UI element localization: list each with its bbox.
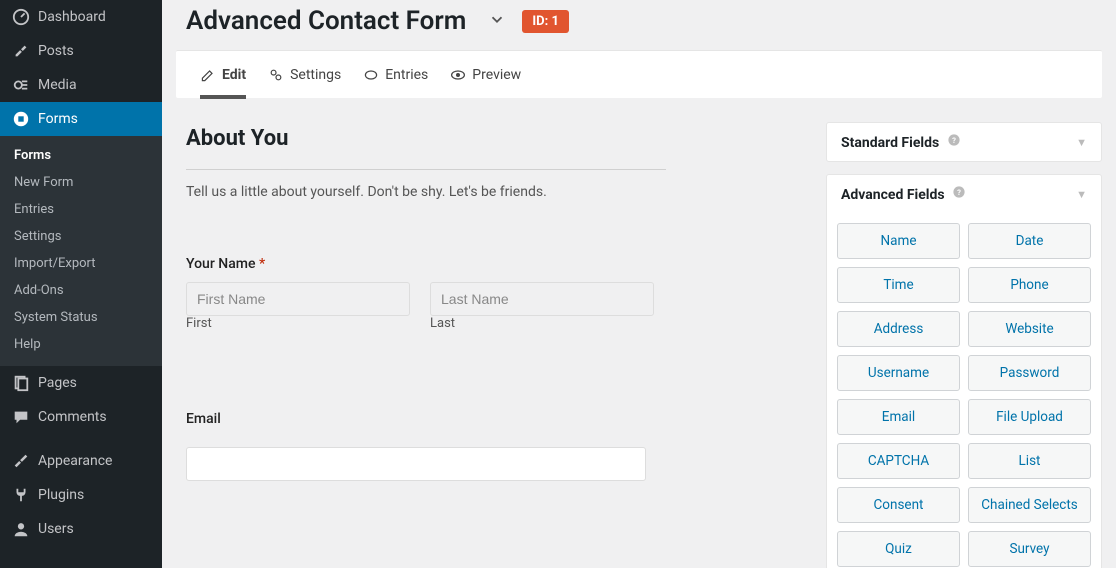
- id-badge: ID: 1: [522, 10, 569, 33]
- sidebar-item-comments[interactable]: Comments: [0, 400, 162, 434]
- field-button-email[interactable]: Email: [837, 399, 960, 435]
- sidebar-sub-new-form[interactable]: New Form: [0, 169, 162, 196]
- tab-bar: Edit Settings Entries Preview: [176, 50, 1102, 98]
- advanced-fields-grid: Name Date Time Phone Address Website Use…: [827, 213, 1101, 568]
- chevron-down-icon[interactable]: [488, 10, 506, 32]
- field-button-username[interactable]: Username: [837, 355, 960, 391]
- sidebar-item-posts[interactable]: Posts: [0, 34, 162, 68]
- field-button-address[interactable]: Address: [837, 311, 960, 347]
- appearance-icon: [12, 452, 30, 470]
- tab-edit[interactable]: Edit: [200, 52, 246, 99]
- sidebar-label: Media: [38, 77, 77, 93]
- media-icon: [12, 76, 30, 94]
- tab-preview[interactable]: Preview: [450, 51, 521, 98]
- field-panels: Standard Fields ? ▼ Advanced Fields ? ▼ …: [826, 122, 1102, 568]
- caret-down-icon: ▼: [1076, 188, 1087, 201]
- field-button-password[interactable]: Password: [968, 355, 1091, 391]
- pin-icon: [12, 42, 30, 60]
- forms-icon: [12, 110, 30, 128]
- sidebar-item-appearance[interactable]: Appearance: [0, 444, 162, 478]
- field-button-file-upload[interactable]: File Upload: [968, 399, 1091, 435]
- field-button-quiz[interactable]: Quiz: [837, 531, 960, 567]
- dashboard-icon: [12, 8, 30, 26]
- edit-icon: [200, 67, 216, 83]
- sidebar-label: Appearance: [38, 453, 112, 469]
- field-button-consent[interactable]: Consent: [837, 487, 960, 523]
- section-description: Tell us a little about yourself. Don't b…: [186, 184, 782, 200]
- field-button-name[interactable]: Name: [837, 223, 960, 259]
- plugins-icon: [12, 486, 30, 504]
- sidebar-item-plugins[interactable]: Plugins: [0, 478, 162, 512]
- users-icon: [12, 520, 30, 538]
- sidebar-sub-forms[interactable]: Forms: [0, 142, 162, 169]
- first-name-input[interactable]: [186, 282, 410, 316]
- sidebar-label: Pages: [38, 375, 77, 391]
- form-preview: About You Tell us a little about yoursel…: [186, 122, 802, 568]
- tab-entries[interactable]: Entries: [363, 51, 428, 98]
- content-row: About You Tell us a little about yoursel…: [162, 98, 1116, 568]
- sidebar-label: Posts: [38, 43, 74, 59]
- sidebar-label: Plugins: [38, 487, 84, 503]
- tab-label: Preview: [472, 67, 521, 83]
- email-input[interactable]: [186, 447, 646, 481]
- tab-label: Settings: [290, 67, 341, 83]
- sidebar-sub-add-ons[interactable]: Add-Ons: [0, 277, 162, 304]
- page-header: Advanced Contact Form ID: 1: [162, 0, 1116, 50]
- sidebar-item-pages[interactable]: Pages: [0, 366, 162, 400]
- admin-sidebar: Dashboard Posts Media Forms Forms New Fo…: [0, 0, 162, 568]
- field-button-phone[interactable]: Phone: [968, 267, 1091, 303]
- settings-icon: [268, 67, 284, 83]
- field-button-website[interactable]: Website: [968, 311, 1091, 347]
- panel-advanced-header[interactable]: Advanced Fields ? ▼: [827, 175, 1101, 213]
- divider: [186, 169, 666, 170]
- field-button-date[interactable]: Date: [968, 223, 1091, 259]
- sidebar-label: Forms: [38, 111, 78, 127]
- sidebar-label: Dashboard: [38, 9, 106, 25]
- first-sublabel: First: [186, 316, 410, 331]
- svg-text:?: ?: [957, 188, 961, 197]
- field-button-survey[interactable]: Survey: [968, 531, 1091, 567]
- section-title: About You: [186, 126, 782, 151]
- sidebar-sub-help[interactable]: Help: [0, 331, 162, 358]
- sidebar-item-dashboard[interactable]: Dashboard: [0, 0, 162, 34]
- svg-text:?: ?: [952, 136, 956, 145]
- field-button-time[interactable]: Time: [837, 267, 960, 303]
- name-field-label: Your Name *: [186, 256, 782, 272]
- caret-down-icon: ▼: [1076, 136, 1087, 149]
- field-button-chained-selects[interactable]: Chained Selects: [968, 487, 1091, 523]
- email-field-label: Email: [186, 411, 782, 427]
- field-button-captcha[interactable]: CAPTCHA: [837, 443, 960, 479]
- tab-label: Edit: [222, 67, 246, 83]
- sidebar-label: Comments: [38, 409, 107, 425]
- entries-icon: [363, 67, 379, 83]
- last-sublabel: Last: [430, 316, 654, 331]
- help-icon[interactable]: ?: [952, 185, 966, 199]
- sidebar-submenu: Forms New Form Entries Settings Import/E…: [0, 136, 162, 366]
- panel-standard-fields: Standard Fields ? ▼: [826, 122, 1102, 162]
- page-title: Advanced Contact Form: [186, 6, 466, 36]
- sidebar-sub-system-status[interactable]: System Status: [0, 304, 162, 331]
- sidebar-label: Users: [38, 521, 74, 537]
- sidebar-item-forms[interactable]: Forms: [0, 102, 162, 136]
- name-row: First Last: [186, 282, 782, 331]
- help-icon[interactable]: ?: [947, 133, 961, 147]
- sidebar-item-users[interactable]: Users: [0, 512, 162, 546]
- main-area: Advanced Contact Form ID: 1 Edit Setting…: [162, 0, 1116, 568]
- tab-label: Entries: [385, 67, 428, 83]
- sidebar-sub-settings[interactable]: Settings: [0, 223, 162, 250]
- last-name-input[interactable]: [430, 282, 654, 316]
- sidebar-sub-import-export[interactable]: Import/Export: [0, 250, 162, 277]
- pages-icon: [12, 374, 30, 392]
- panel-advanced-fields: Advanced Fields ? ▼ Name Date Time Phone…: [826, 174, 1102, 568]
- comments-icon: [12, 408, 30, 426]
- field-button-list[interactable]: List: [968, 443, 1091, 479]
- sidebar-item-media[interactable]: Media: [0, 68, 162, 102]
- tab-settings[interactable]: Settings: [268, 51, 341, 98]
- preview-icon: [450, 67, 466, 83]
- sidebar-sub-entries[interactable]: Entries: [0, 196, 162, 223]
- panel-standard-header[interactable]: Standard Fields ? ▼: [827, 123, 1101, 161]
- required-asterisk: *: [259, 256, 265, 272]
